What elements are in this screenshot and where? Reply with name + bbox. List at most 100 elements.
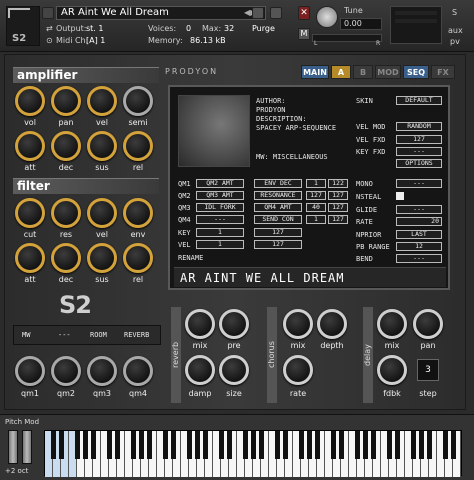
camera-icon[interactable] xyxy=(252,7,264,19)
reverb-mix-knob[interactable] xyxy=(185,309,215,339)
delay-mix-knob[interactable] xyxy=(377,309,407,339)
qm4-knob[interactable] xyxy=(123,356,153,386)
tune-knob[interactable] xyxy=(316,6,338,28)
filter-sus-knob[interactable] xyxy=(87,243,117,273)
black-key[interactable] xyxy=(259,431,264,459)
reverb-size-knob[interactable] xyxy=(219,355,249,385)
black-key[interactable] xyxy=(283,431,288,459)
black-key[interactable] xyxy=(147,431,152,459)
qm3-min[interactable]: 40 xyxy=(306,203,326,212)
qm2-target-a[interactable]: QM3 AMT xyxy=(196,191,244,200)
qm2-knob[interactable] xyxy=(51,356,81,386)
chorus-depth-knob[interactable] xyxy=(317,309,347,339)
velfxd-value[interactable]: 127 xyxy=(396,135,442,144)
mod-wheel[interactable] xyxy=(22,430,32,464)
qm3-assign[interactable]: ROOM xyxy=(90,331,107,339)
skin-select[interactable]: DEFAULT xyxy=(396,96,442,105)
vel-range-high[interactable]: 127 xyxy=(254,240,302,249)
octave-shift[interactable]: +2 oct xyxy=(5,467,28,475)
black-key[interactable] xyxy=(83,431,88,459)
delay-fdbk-knob[interactable] xyxy=(377,355,407,385)
filter-att-knob[interactable] xyxy=(15,243,45,273)
wrench-icon[interactable] xyxy=(8,8,30,18)
tune-value[interactable]: 0.00 xyxy=(340,18,382,30)
black-key[interactable] xyxy=(75,431,80,459)
black-key[interactable] xyxy=(187,431,192,459)
black-key[interactable] xyxy=(203,431,208,459)
qm1-min[interactable]: 1 xyxy=(306,179,326,188)
black-key[interactable] xyxy=(427,431,432,459)
qm4-target-a[interactable]: --- xyxy=(196,215,244,224)
qm2-min[interactable]: 127 xyxy=(306,191,326,200)
output-value[interactable]: st. 1 xyxy=(86,24,103,33)
black-key[interactable] xyxy=(443,431,448,459)
keyfxd-value[interactable]: --- xyxy=(396,147,442,156)
key-range-high[interactable]: 127 xyxy=(254,228,302,237)
qm1-target-b[interactable]: ENV DEC xyxy=(254,179,302,188)
amp-pan-knob[interactable] xyxy=(51,86,81,116)
max-voices-value[interactable]: 32 xyxy=(224,24,234,33)
delay-step-value[interactable]: 3 xyxy=(417,359,439,381)
midi-value[interactable]: [A] 1 xyxy=(86,36,105,45)
black-key[interactable] xyxy=(299,431,304,459)
black-key[interactable] xyxy=(107,431,112,459)
amp-dec-knob[interactable] xyxy=(51,131,81,161)
glide-value[interactable]: --- xyxy=(396,205,442,214)
tab-main[interactable]: MAIN xyxy=(301,65,329,79)
black-key[interactable] xyxy=(339,431,344,459)
black-key[interactable] xyxy=(451,431,456,459)
qm4-min[interactable]: 1 xyxy=(306,215,326,224)
reverb-pre-knob[interactable] xyxy=(219,309,249,339)
black-key[interactable] xyxy=(51,431,56,459)
black-key[interactable] xyxy=(91,431,96,459)
qm3-target-b[interactable]: QM4 AMT xyxy=(254,203,302,212)
pbrange-value[interactable]: 12 xyxy=(396,242,442,251)
black-key[interactable] xyxy=(371,431,376,459)
amp-semi-knob[interactable] xyxy=(123,86,153,116)
pitch-wheel[interactable] xyxy=(8,430,18,464)
filter-res-knob[interactable] xyxy=(51,198,81,228)
tab-a[interactable]: A xyxy=(331,65,351,79)
black-key[interactable] xyxy=(243,431,248,459)
black-key[interactable] xyxy=(115,431,120,459)
piano-keyboard[interactable] xyxy=(44,430,462,477)
black-key[interactable] xyxy=(419,431,424,459)
black-key[interactable] xyxy=(163,431,168,459)
instrument-title[interactable]: AR Aint We All Dream xyxy=(56,6,266,20)
collapse-icon[interactable] xyxy=(42,7,54,19)
vel-range-low[interactable]: 1 xyxy=(196,240,244,249)
filter-dec-knob[interactable] xyxy=(51,243,81,273)
rate-slider[interactable]: 20 xyxy=(396,217,442,226)
black-key[interactable] xyxy=(139,431,144,459)
black-key[interactable] xyxy=(307,431,312,459)
black-key[interactable] xyxy=(275,431,280,459)
tab-b[interactable]: B xyxy=(353,65,373,79)
qm4-max[interactable]: 127 xyxy=(328,215,348,224)
preset-name[interactable]: AR AINT WE ALL DREAM xyxy=(180,271,345,285)
black-key[interactable] xyxy=(219,431,224,459)
black-key[interactable] xyxy=(251,431,256,459)
qm3-max[interactable]: 127 xyxy=(328,203,348,212)
chorus-rate-knob[interactable] xyxy=(283,355,313,385)
black-key[interactable] xyxy=(411,431,416,459)
amp-vol-knob[interactable] xyxy=(15,86,45,116)
delay-pan-knob[interactable] xyxy=(413,309,443,339)
info-icon[interactable] xyxy=(270,7,282,19)
solo-button[interactable] xyxy=(298,8,310,20)
tab-fx[interactable]: FX xyxy=(431,65,455,79)
tab-seq[interactable]: SEQ xyxy=(403,65,429,79)
qm1-assign[interactable]: MW xyxy=(22,331,30,339)
nsteal-checkbox[interactable] xyxy=(396,192,404,200)
rename-button[interactable]: RENAME xyxy=(178,254,203,262)
pan-slider[interactable] xyxy=(312,34,382,42)
mute-button[interactable]: M xyxy=(298,28,310,40)
key-range-low[interactable]: 1 xyxy=(196,228,244,237)
black-key[interactable] xyxy=(131,431,136,459)
qm4-assign[interactable]: REVERB xyxy=(124,331,149,339)
options-button[interactable]: OPTIONS xyxy=(396,159,442,168)
filter-rel-knob[interactable] xyxy=(123,243,153,273)
qm1-target-a[interactable]: QM2 AMT xyxy=(196,179,244,188)
qm2-target-b[interactable]: RESONANCE xyxy=(254,191,302,200)
black-key[interactable] xyxy=(355,431,360,459)
purge-button[interactable]: Purge xyxy=(252,24,275,33)
